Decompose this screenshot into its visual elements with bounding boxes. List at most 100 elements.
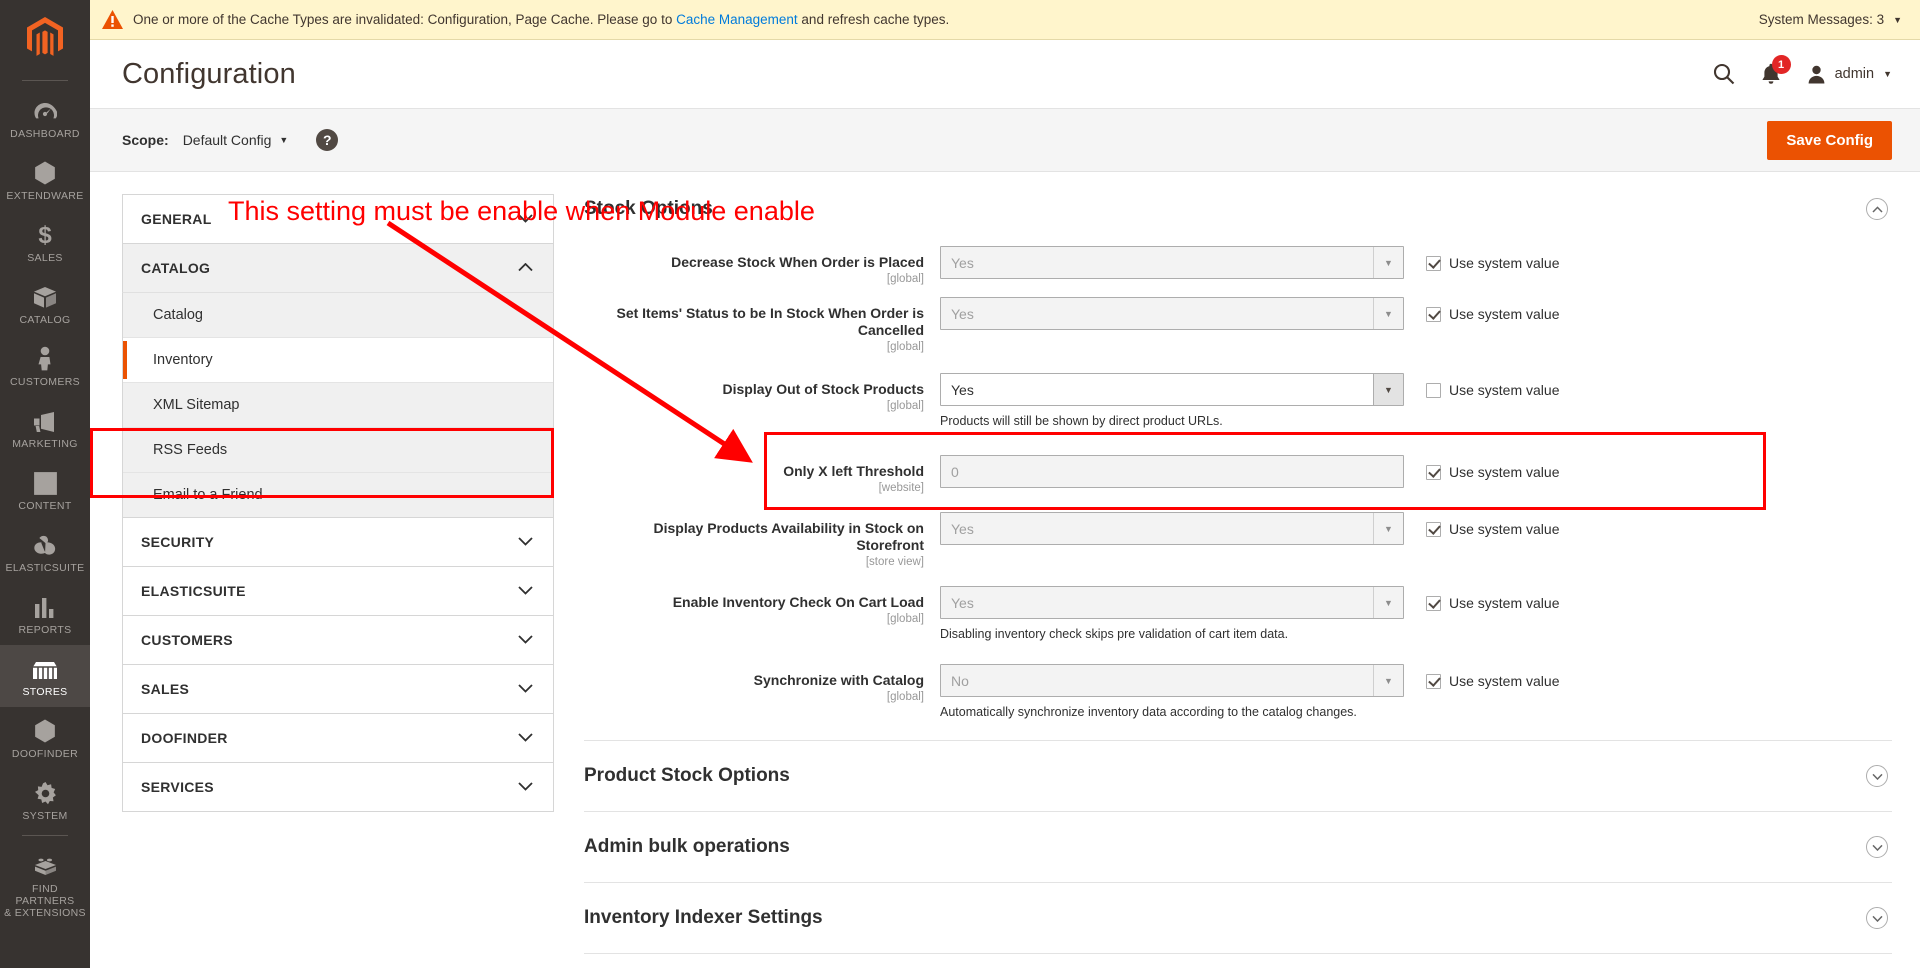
cache-management-link[interactable]: Cache Management bbox=[676, 12, 798, 27]
question-mark-icon[interactable]: ? bbox=[316, 129, 339, 151]
scope-selector[interactable]: Default Config ▼ bbox=[183, 132, 289, 148]
use-system-value-checkbox[interactable] bbox=[1426, 383, 1441, 398]
chevron-down-icon: ▼ bbox=[1893, 14, 1902, 25]
only-x-left-threshold-input[interactable]: 0 bbox=[940, 455, 1404, 488]
enable-inventory-check-on-cart-load-select[interactable]: Yes ▼ bbox=[940, 586, 1404, 619]
chevron-down-circle-icon[interactable] bbox=[1866, 907, 1888, 929]
select-value: Yes bbox=[951, 381, 974, 398]
config-section-catalog[interactable]: Catalog bbox=[122, 243, 554, 293]
use-system-value-checkbox[interactable] bbox=[1426, 522, 1441, 537]
field-control: 0 bbox=[940, 455, 1404, 488]
scope-bar: Scope: Default Config ▼ ? Save Config bbox=[90, 108, 1920, 172]
config-nav-item-rss-feeds[interactable]: RSS Feeds bbox=[123, 428, 553, 473]
sidebar-item-doofinder[interactable]: Doofinder bbox=[0, 707, 90, 769]
warning-triangle-icon bbox=[102, 10, 123, 29]
sidebar-item-system[interactable]: System bbox=[0, 769, 90, 831]
section-title: Product Stock Options bbox=[584, 765, 790, 786]
chevron-down-circle-icon[interactable] bbox=[1866, 836, 1888, 858]
notification-count-badge: 1 bbox=[1771, 55, 1791, 74]
config-section-customers[interactable]: Customers bbox=[122, 615, 554, 664]
set-items-status-in-stock-when-cancelled-select[interactable]: Yes ▼ bbox=[940, 297, 1404, 330]
search-icon[interactable] bbox=[1713, 63, 1735, 85]
field-note: Disabling inventory check skips pre vali… bbox=[940, 627, 1289, 641]
sidebar-item-label: Marketing bbox=[12, 438, 78, 450]
section-inventory-indexer-settings[interactable]: Inventory Indexer Settings bbox=[584, 883, 1892, 954]
config-nav-item-inventory[interactable]: Inventory bbox=[123, 338, 553, 383]
field-control: Yes ▼ bbox=[940, 512, 1404, 545]
field-scope: [global] bbox=[886, 400, 924, 412]
field-control: Yes ▼ Products will still be shown by di… bbox=[940, 373, 1404, 429]
chevron-down-circle-icon[interactable] bbox=[1866, 765, 1888, 787]
use-system-value-group: Use system value bbox=[1404, 586, 1604, 611]
field-label-text: Set Items' Status to be In Stock When Or… bbox=[616, 305, 924, 338]
sidebar-divider-top bbox=[22, 80, 68, 81]
page-title: Configuration bbox=[122, 57, 296, 90]
field-label: Set Items' Status to be In Stock When Or… bbox=[584, 297, 940, 353]
config-nav-item-label: Catalog bbox=[153, 307, 203, 323]
decrease-stock-when-order-is-placed-select[interactable]: Yes ▼ bbox=[940, 246, 1404, 279]
use-system-value-checkbox[interactable] bbox=[1426, 674, 1441, 689]
section-title: Stock Options bbox=[584, 198, 713, 219]
sidebar-item-catalog[interactable]: Catalog bbox=[0, 273, 90, 335]
use-system-value-group: Use system value bbox=[1404, 664, 1604, 689]
section-title: Admin bulk operations bbox=[584, 836, 790, 857]
config-section-label: Elasticsuite bbox=[141, 583, 246, 599]
config-section-general[interactable]: General bbox=[122, 194, 554, 243]
sidebar-item-content[interactable]: Content bbox=[0, 459, 90, 521]
use-system-value-checkbox[interactable] bbox=[1426, 596, 1441, 611]
select-value: Yes bbox=[951, 305, 974, 322]
sidebar-item-customers[interactable]: Customers bbox=[0, 335, 90, 397]
use-system-value-checkbox[interactable] bbox=[1426, 307, 1441, 322]
use-system-value-checkbox[interactable] bbox=[1426, 256, 1441, 271]
system-messages-toggle[interactable]: System Messages: 3 ▼ bbox=[1759, 12, 1902, 27]
sidebar-item-marketing[interactable]: Marketing bbox=[0, 397, 90, 459]
sidebar-item-dashboard[interactable]: Dashboard bbox=[0, 87, 90, 149]
section-product-stock-options[interactable]: Product Stock Options bbox=[584, 741, 1892, 812]
config-section-services[interactable]: Services bbox=[122, 762, 554, 812]
sidebar-item-elasticsuite[interactable]: Elasticsuite bbox=[0, 521, 90, 583]
sidebar-item-sales[interactable]: $ Sales bbox=[0, 211, 90, 273]
chevron-down-icon: ▼ bbox=[1373, 298, 1403, 329]
section-title: Inventory Indexer Settings bbox=[584, 907, 823, 928]
sidebar-item-label: Customers bbox=[9, 376, 81, 388]
chevron-down-icon bbox=[518, 582, 533, 600]
magento-logo[interactable] bbox=[0, 0, 90, 76]
chevron-up-circle-icon[interactable] bbox=[1866, 198, 1888, 220]
admin-page: Dashboard Extendware $ Sales Catalog Cus… bbox=[0, 0, 1920, 968]
config-section-elasticsuite[interactable]: Elasticsuite bbox=[122, 566, 554, 615]
select-value: Yes bbox=[951, 594, 974, 611]
bar-chart-icon bbox=[34, 594, 56, 619]
section-admin-bulk-operations[interactable]: Admin bulk operations bbox=[584, 812, 1892, 883]
chevron-down-icon bbox=[518, 729, 533, 747]
sidebar-item-extendware[interactable]: Extendware bbox=[0, 149, 90, 211]
config-section-label: Catalog bbox=[141, 260, 211, 276]
display-out-of-stock-products-select[interactable]: Yes ▼ bbox=[940, 373, 1404, 406]
field-row: Enable Inventory Check On Cart Load [glo… bbox=[584, 574, 1892, 648]
config-nav-item-email-to-a-friend[interactable]: Email to a Friend bbox=[123, 473, 553, 517]
sidebar-item-label: System bbox=[22, 810, 68, 822]
synchronize-with-catalog-select[interactable]: No ▼ bbox=[940, 664, 1404, 697]
stock-options-header[interactable]: Stock Options bbox=[584, 194, 1892, 240]
use-system-value-group: Use system value bbox=[1404, 373, 1604, 398]
config-section-sales[interactable]: Sales bbox=[122, 664, 554, 713]
sidebar-item-label: Content bbox=[18, 500, 72, 512]
save-config-button[interactable]: Save Config bbox=[1767, 120, 1892, 160]
admin-user-menu[interactable]: admin ▼ bbox=[1807, 65, 1892, 84]
svg-text:$: $ bbox=[38, 222, 52, 247]
config-nav-item-catalog[interactable]: Catalog bbox=[123, 293, 553, 338]
config-section-doofinder[interactable]: Doofinder bbox=[122, 713, 554, 762]
input-value: 0 bbox=[951, 463, 959, 480]
use-system-value-group: Use system value bbox=[1404, 512, 1604, 537]
notifications-bell-icon[interactable]: 1 bbox=[1761, 55, 1791, 85]
sidebar-item-label: Stores bbox=[22, 686, 68, 698]
sidebar-item-find-partners-extensions[interactable]: Find Partners & Extensions bbox=[0, 842, 90, 928]
sidebar-item-stores[interactable]: Stores bbox=[0, 645, 90, 707]
config-nav-item-xml-sitemap[interactable]: XML Sitemap bbox=[123, 383, 553, 428]
display-products-availability-in-stock-select[interactable]: Yes ▼ bbox=[940, 512, 1404, 545]
use-system-value-label: Use system value bbox=[1449, 382, 1560, 398]
config-section-security[interactable]: Security bbox=[122, 517, 554, 566]
sidebar-item-reports[interactable]: Reports bbox=[0, 583, 90, 645]
user-avatar-icon bbox=[1808, 65, 1824, 83]
use-system-value-checkbox[interactable] bbox=[1426, 465, 1441, 480]
page-body: General Catalog Catalog Inventory XML Si… bbox=[90, 172, 1920, 954]
